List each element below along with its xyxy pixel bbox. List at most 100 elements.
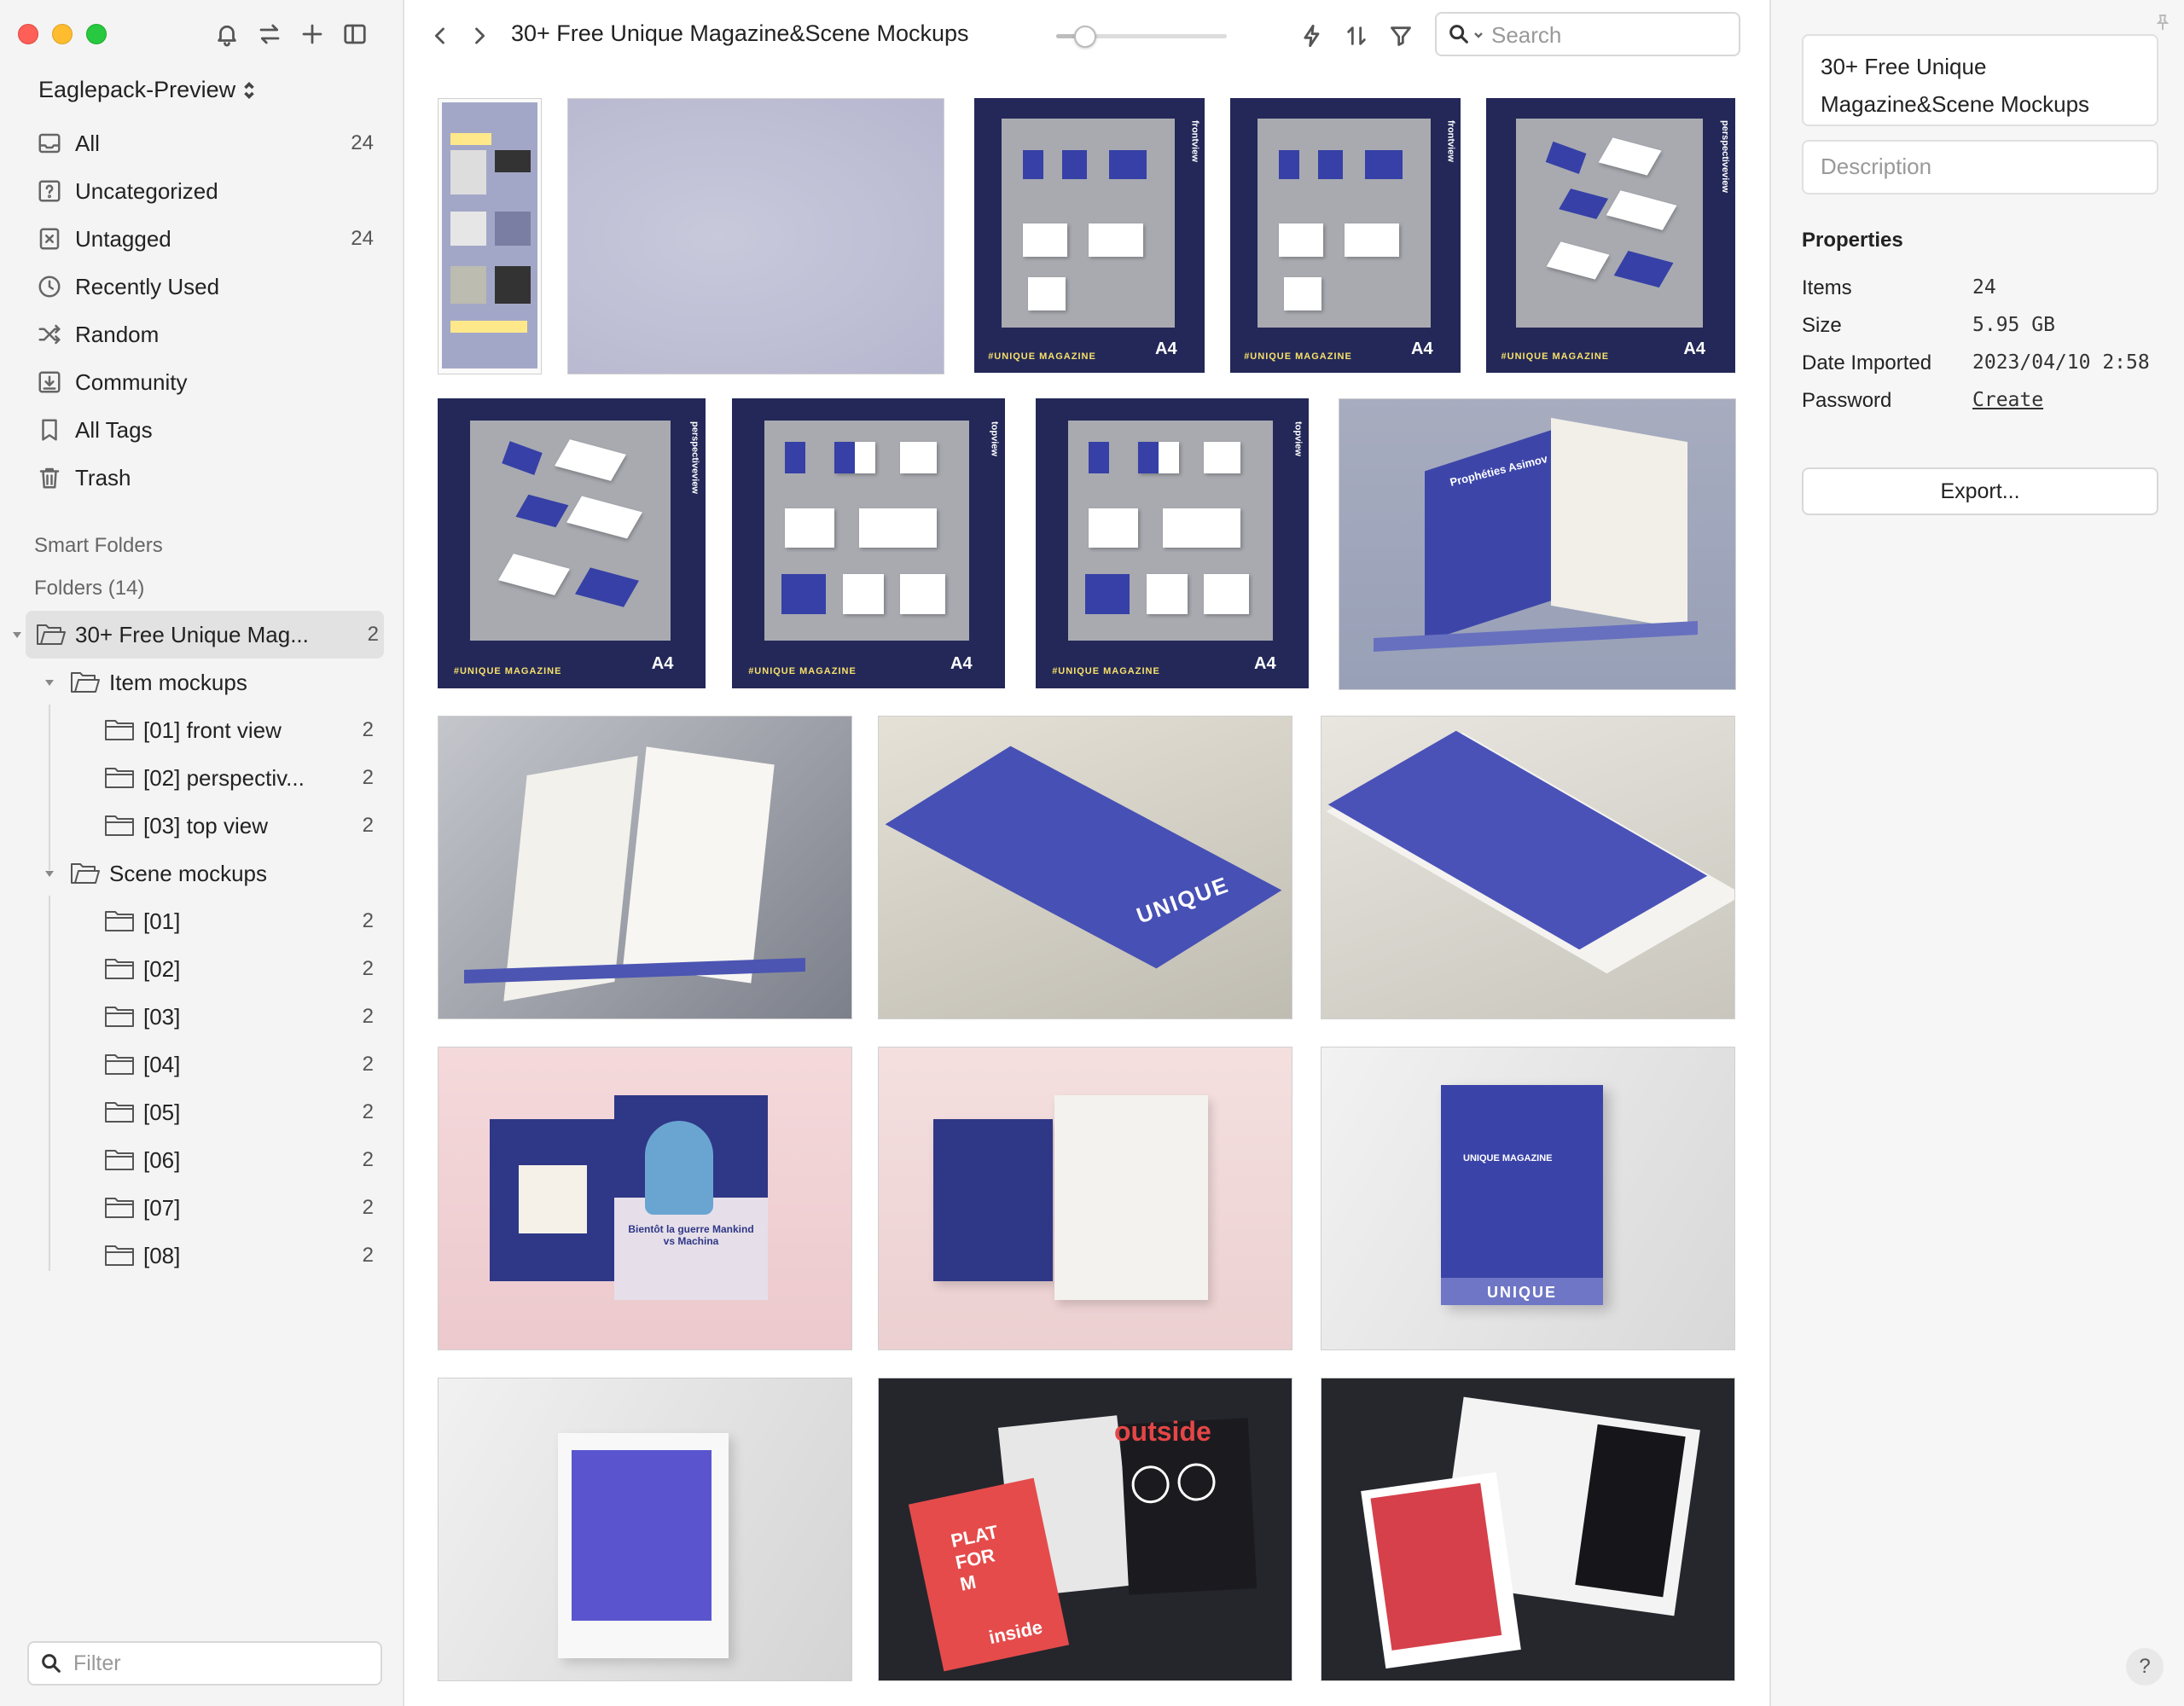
library-switcher[interactable]: Eaglepack-Preview [38,77,256,103]
bell-icon[interactable] [213,19,241,49]
mockup-page [1318,149,1343,180]
blank-page [1054,1095,1208,1300]
mockup-page [1203,442,1240,473]
a4-label: A4 [950,654,973,673]
mockup-page [574,567,639,607]
close-window-button[interactable] [18,24,38,44]
thumbnail-perspectiveview-2[interactable]: perspectiveview #UNIQUE MAGAZINE A4 [438,398,706,688]
thumbnail-frontview-1[interactable]: frontview #UNIQUE MAGAZINE A4 [974,98,1205,373]
thumbnail-scene-poster[interactable]: Bientôt la guerre Mankind vs Machina [438,1047,852,1350]
book-under [1374,621,1698,652]
property-key: Date Imported [1802,351,1932,374]
thumbnail-texture[interactable] [567,98,944,374]
nav-uncategorized[interactable]: Uncategorized [0,167,404,215]
zoom-slider[interactable] [1056,26,1227,48]
magazine-footer: #UNIQUE MAGAZINE [1052,666,1160,677]
nav-all-tags[interactable]: All Tags [0,406,404,454]
folder-item-scene-07[interactable]: [07] 2 [0,1184,404,1232]
pin-icon[interactable] [2156,14,2169,31]
folder-icon [104,1243,135,1268]
mockup-page [1278,223,1324,257]
nav-recently-used[interactable]: Recently Used [0,263,404,310]
thumbnail-topview-2[interactable]: topview #UNIQUE MAGAZINE A4 [1036,398,1309,688]
quick-action-button[interactable] [1297,19,1327,53]
chevron-down-icon[interactable] [1472,29,1484,41]
thumbnail-scene-outside[interactable]: outside PLATFORM inside [878,1378,1292,1681]
sort-button[interactable] [1341,19,1372,53]
chevron-down-icon[interactable] [43,867,56,880]
filter-box[interactable] [27,1641,382,1686]
filter-input[interactable] [73,1651,372,1676]
folder-item-top-view[interactable]: [03] top view 2 [0,802,404,850]
thumbnail-scene-window-mag[interactable] [438,1378,852,1681]
folder-count: 2 [362,1053,374,1076]
forward-button[interactable] [464,19,495,53]
thumbnail-scene-red-black[interactable] [1321,1378,1735,1681]
thumbnail-scene-asimov[interactable]: Prophéties Asimov [1339,398,1736,690]
nav-label: All [75,130,100,156]
thumbnail-scene-open-book[interactable] [438,716,852,1019]
thumbnail-long-preview[interactable] [438,98,542,374]
question-icon [36,177,63,205]
nav-random[interactable]: Random [0,310,404,358]
help-button[interactable]: ? [2126,1648,2164,1686]
sidebar-toggle-icon[interactable] [341,19,369,49]
magazine-cover [933,1119,1053,1281]
magazine-footer: #UNIQUE MAGAZINE [748,666,857,677]
nav-community[interactable]: Community [0,358,404,406]
filter-button[interactable] [1385,19,1416,53]
a4-label: A4 [1411,339,1433,358]
thumbnail-scene-mag-flat[interactable] [1321,716,1735,1019]
thumbnail-perspectiveview-1[interactable]: perspectiveview #UNIQUE MAGAZINE A4 [1486,98,1735,373]
folder-item-scene-01[interactable]: [01] 2 [0,897,404,945]
mockup-page [1022,149,1043,180]
folder-name-field[interactable]: 30+ Free Unique Magazine&Scene Mockups [1802,34,2158,126]
folder-item-perspective-view[interactable]: [02] perspectiv... 2 [0,754,404,802]
nav-all[interactable]: All 24 [0,119,404,167]
thumbnail-scene-pink-pair[interactable] [878,1047,1292,1350]
folder-item-scene-05[interactable]: [05] 2 [0,1088,404,1136]
folder-item-root[interactable]: 30+ Free Unique Mag... 2 [13,611,384,659]
folder-icon [104,717,135,743]
minimize-window-button[interactable] [52,24,73,44]
folder-icon [104,1147,135,1173]
folder-item-front-view[interactable]: [01] front view 2 [0,706,404,754]
search-box[interactable] [1435,12,1740,56]
folder-item-scene-mockups[interactable]: Scene mockups [0,850,404,897]
thumbnail-topview-1[interactable]: topview #UNIQUE MAGAZINE A4 [732,398,1005,688]
slider-knob[interactable] [1074,26,1096,48]
back-button[interactable] [425,19,456,53]
folder-count: 2 [362,1244,374,1267]
folders-heading[interactable]: Folders (14) [34,577,144,601]
thumbnail-frontview-2[interactable]: frontview #UNIQUE MAGAZINE A4 [1230,98,1461,373]
create-password-link[interactable]: Create [1972,389,2043,411]
description-box[interactable] [1802,140,2158,194]
search-input[interactable] [1491,20,1730,49]
download-icon [36,368,63,396]
magazine-back [1361,1471,1521,1669]
app-window: Eaglepack-Preview All 24 Uncategorized U… [0,0,2184,1706]
folder-label: [07] [143,1194,181,1221]
folder-item-scene-03[interactable]: [03] 2 [0,993,404,1041]
thumbnail-scene-mag-angled[interactable]: UNIQUE [878,716,1292,1019]
smart-folders-heading[interactable]: Smart Folders [34,534,163,558]
nav-label: Recently Used [75,273,220,299]
folder-item-item-mockups[interactable]: Item mockups [0,659,404,706]
chevron-down-icon[interactable] [10,628,24,641]
folder-item-scene-06[interactable]: [06] 2 [0,1136,404,1184]
export-button[interactable]: Export... [1802,467,2158,515]
shuffle-icon [36,321,63,348]
chevron-down-icon[interactable] [43,676,56,689]
folder-count: 2 [362,1196,374,1219]
nav-untagged[interactable]: Untagged 24 [0,215,404,263]
folder-item-scene-02[interactable]: [02] 2 [0,945,404,993]
library-name: Eaglepack-Preview [38,77,236,102]
sync-icon[interactable] [256,19,283,49]
thumbnail-scene-standing-mag[interactable]: UNIQUE MAGAZINE UNIQUE [1321,1047,1735,1350]
description-input[interactable] [1821,154,2136,180]
nav-trash[interactable]: Trash [0,454,404,502]
maximize-window-button[interactable] [86,24,107,44]
add-icon[interactable] [299,19,326,49]
folder-item-scene-04[interactable]: [04] 2 [0,1041,404,1088]
folder-item-scene-08[interactable]: [08] 2 [0,1232,404,1280]
